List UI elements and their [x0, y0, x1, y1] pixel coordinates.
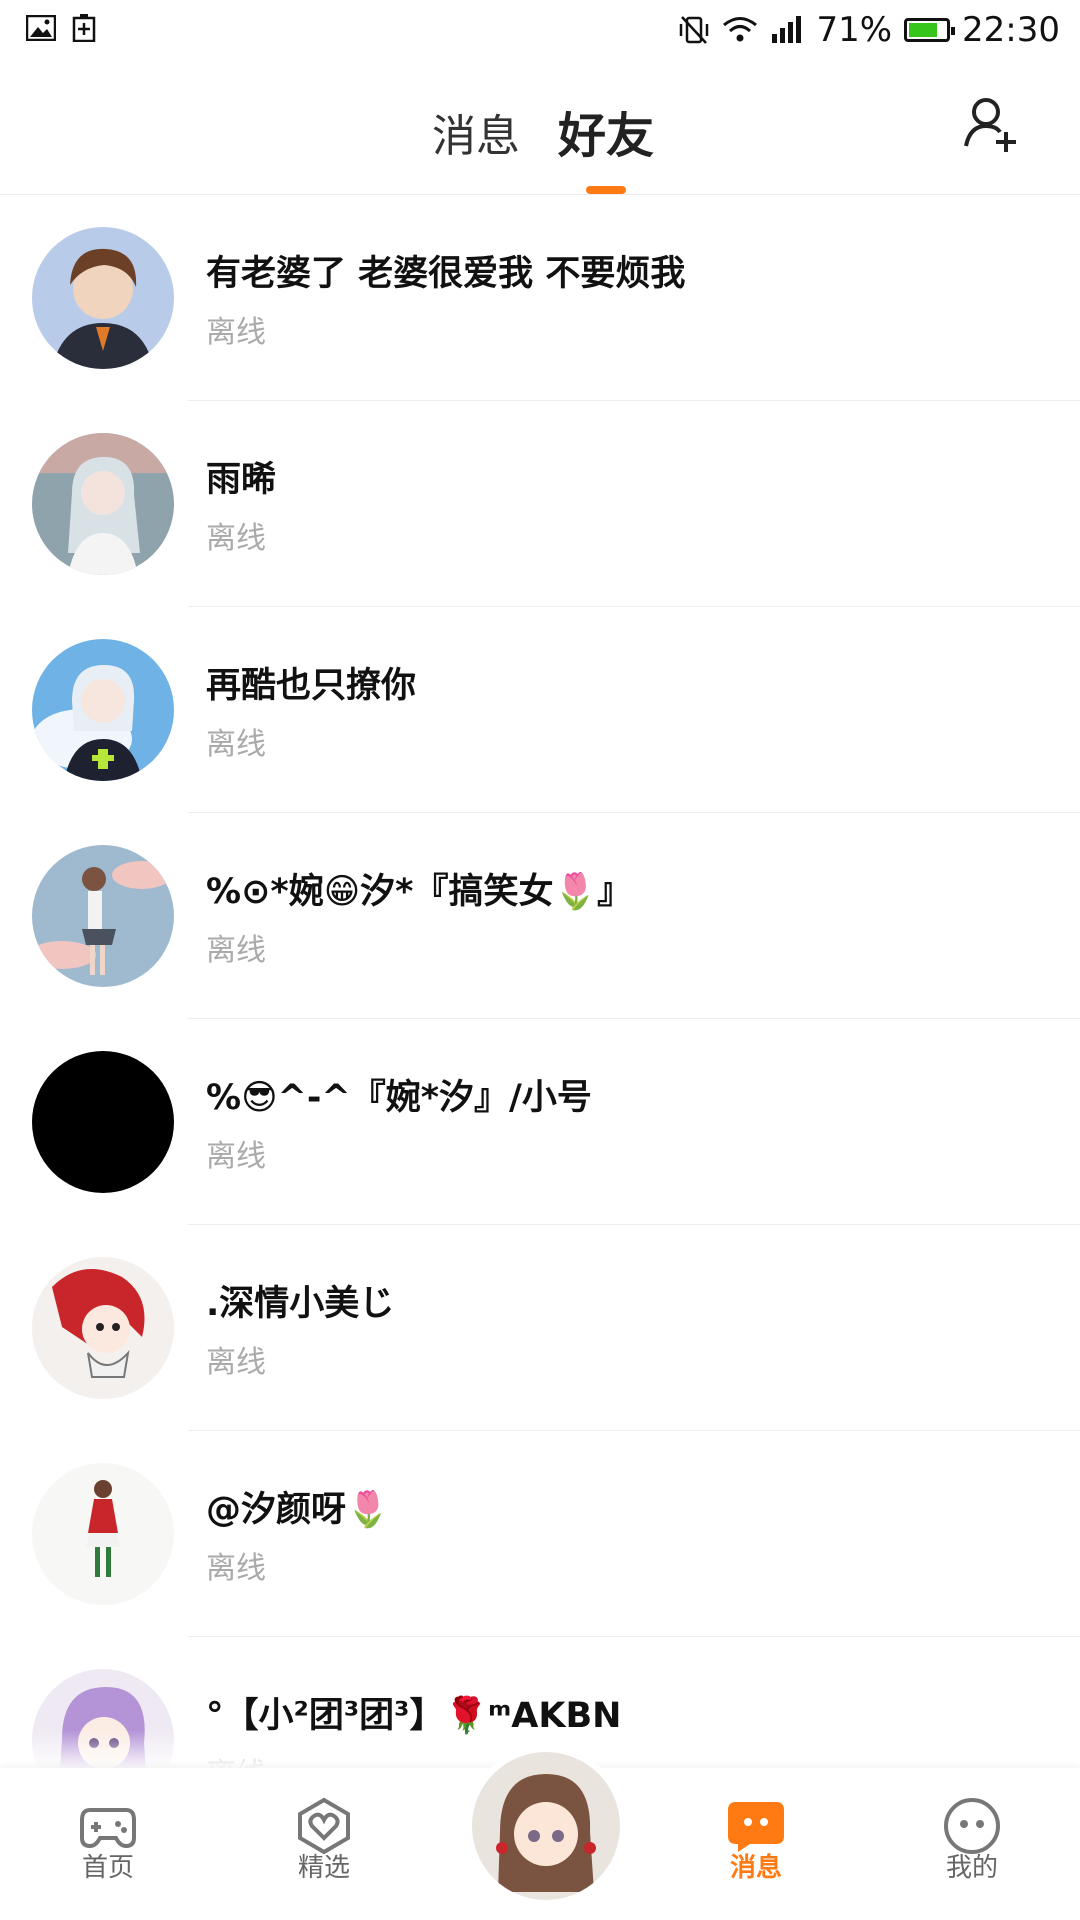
- vibrate-off-icon: [680, 16, 709, 44]
- friend-name: 雨晞: [206, 460, 277, 500]
- friend-row[interactable]: 雨晞 离线: [0, 401, 1080, 607]
- nav-messages-label: 消息: [729, 1853, 782, 1883]
- avatar[interactable]: [32, 639, 174, 781]
- friend-name: %😎^-^『婉*汐』/小号: [206, 1078, 592, 1118]
- nav-featured-label: 精选: [297, 1853, 350, 1883]
- friend-row[interactable]: %⊙*婉😁汐*『搞笑女🌷』 离线: [0, 813, 1080, 1019]
- battery-saver-notification-icon: [72, 14, 96, 42]
- nav-home-label: 首页: [81, 1853, 134, 1883]
- avatar: [472, 1752, 620, 1900]
- tab-messages[interactable]: 消息: [432, 100, 520, 164]
- avatar[interactable]: [32, 1257, 174, 1399]
- friend-name: 有老婆了 老婆很爱我 不要烦我: [206, 254, 686, 294]
- top-header: 消息 好友: [0, 62, 1080, 195]
- tab-friends[interactable]: 好友: [558, 96, 654, 166]
- clock: 22:30: [962, 10, 1060, 50]
- add-friend-icon[interactable]: [960, 92, 1024, 156]
- friend-status: 离线: [206, 1551, 266, 1586]
- avatar[interactable]: [32, 1051, 174, 1193]
- friend-name: %⊙*婉😁汐*『搞笑女🌷』: [206, 872, 633, 912]
- friend-row[interactable]: 再酷也只撩你 离线: [0, 607, 1080, 813]
- friend-status: 离线: [206, 933, 266, 968]
- friend-status: 离线: [206, 1139, 266, 1174]
- nav-featured[interactable]: 精选: [264, 1768, 384, 1920]
- image-notification-icon: [26, 15, 56, 41]
- friend-name: @汐颜呀🌷: [206, 1490, 390, 1530]
- status-bar: 71% 22:30: [0, 0, 1080, 62]
- friend-row[interactable]: @汐颜呀🌷 离线: [0, 1431, 1080, 1637]
- signal-icon: [772, 16, 802, 43]
- nav-messages[interactable]: 消息: [696, 1768, 816, 1920]
- nav-home[interactable]: 首页: [48, 1768, 168, 1920]
- nav-me[interactable]: 我的: [912, 1768, 1032, 1920]
- friend-row[interactable]: %😎^-^『婉*汐』/小号 离线: [0, 1019, 1080, 1225]
- friend-name: 再酷也只撩你: [206, 666, 417, 706]
- avatar[interactable]: [32, 227, 174, 369]
- friend-row[interactable]: .深情小美じ 离线: [0, 1225, 1080, 1431]
- wifi-icon: [723, 17, 758, 42]
- friend-status: 离线: [206, 521, 266, 556]
- center-avatar-button[interactable]: [466, 1746, 626, 1906]
- friend-status: 离线: [206, 727, 266, 762]
- active-tab-indicator: [586, 186, 626, 194]
- avatar[interactable]: [32, 1463, 174, 1605]
- battery-percent: 71%: [816, 10, 893, 50]
- avatar[interactable]: [32, 845, 174, 987]
- friend-name: .深情小美じ: [206, 1284, 395, 1324]
- friend-row[interactable]: 有老婆了 老婆很爱我 不要烦我 离线: [0, 195, 1080, 401]
- nav-me-label: 我的: [945, 1853, 998, 1883]
- friend-status: 离线: [206, 315, 266, 350]
- battery-icon: [904, 18, 956, 42]
- avatar[interactable]: [32, 433, 174, 575]
- friend-status: 离线: [206, 1345, 266, 1380]
